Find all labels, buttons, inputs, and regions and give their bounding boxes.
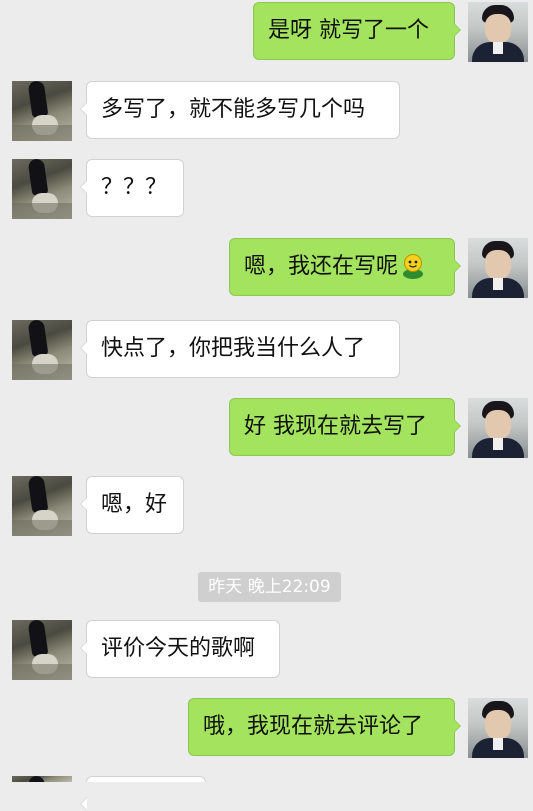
friend-avatar[interactable] — [12, 320, 72, 380]
my-avatar[interactable] — [468, 698, 528, 758]
message-bubble[interactable]: 哦，我现在就去评论了 — [188, 698, 461, 756]
message-text: ？？？ — [101, 175, 168, 200]
smiley-emoji-icon — [403, 254, 424, 279]
message-bubble[interactable]: 评价今天的歌啊 — [80, 620, 280, 678]
message-text: 嗯，我还在写呢 — [244, 254, 399, 279]
message-bubble[interactable]: 快点了，你把我当什么人了 — [80, 320, 400, 378]
message-text: 好 我现在就去写了 — [244, 414, 427, 439]
friend-avatar[interactable] — [12, 159, 72, 219]
message-bubble[interactable]: 嗯，我还在写呢 — [229, 238, 461, 296]
message-bubble[interactable]: 好 我现在就去写了 — [229, 398, 461, 456]
friend-avatar[interactable] — [12, 81, 72, 141]
my-avatar[interactable] — [468, 398, 528, 458]
friend-avatar[interactable] — [12, 776, 72, 782]
message-text: 哦，我现在就去评论了 — [203, 714, 424, 739]
message-text: 评价今天的歌啊 — [101, 636, 256, 661]
friend-avatar[interactable] — [12, 620, 72, 680]
message-bubble[interactable]: 是呀 就写了一个 — [253, 2, 461, 60]
message-text: 是呀 就写了一个 — [268, 18, 429, 43]
message-bubble[interactable]: 嗯，好 — [80, 476, 184, 534]
my-avatar[interactable] — [468, 2, 528, 62]
message-bubble[interactable] — [80, 776, 206, 811]
message-text: 嗯，好 — [101, 492, 168, 517]
message-bubble[interactable]: 多写了，就不能多写几个吗 — [80, 81, 400, 139]
timestamp-label: 昨天 晚上22:09 — [198, 572, 341, 602]
message-text: 快点了，你把我当什么人了 — [101, 336, 366, 361]
message-text: 多写了，就不能多写几个吗 — [101, 97, 366, 122]
friend-avatar[interactable] — [12, 476, 72, 536]
my-avatar[interactable] — [468, 238, 528, 298]
message-bubble[interactable]: ？？？ — [80, 159, 184, 217]
